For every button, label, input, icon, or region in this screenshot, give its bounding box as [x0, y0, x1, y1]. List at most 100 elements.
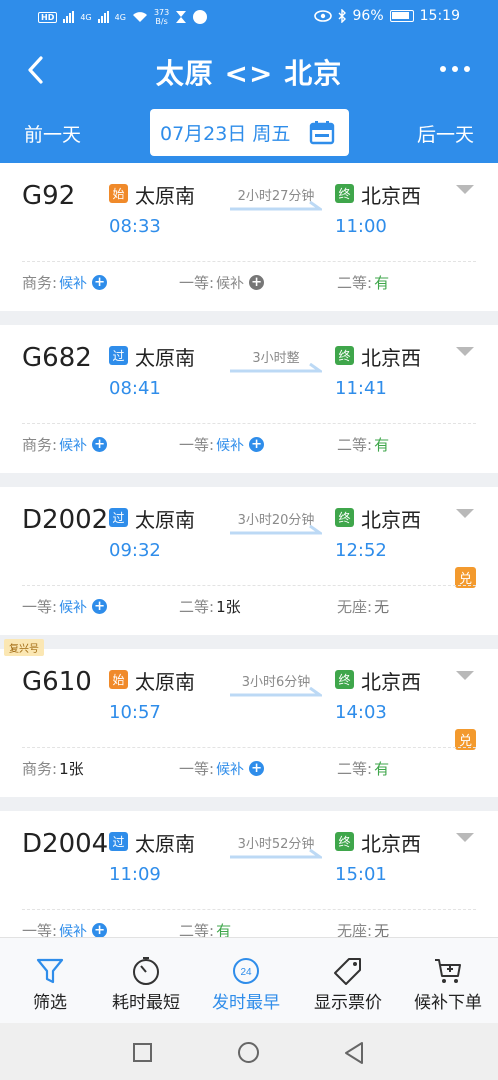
next-day-button[interactable]: 后一天: [417, 120, 474, 147]
fuxing-badge: 复兴号: [4, 639, 44, 656]
divider: [22, 423, 476, 424]
arrive-time: 11:41: [335, 378, 387, 399]
expand-caret-icon[interactable]: [456, 185, 474, 194]
earliest-depart-label: 发时最早: [212, 993, 280, 1013]
prev-day-button[interactable]: 前一天: [24, 120, 81, 147]
expand-caret-icon[interactable]: [456, 671, 474, 680]
seat-class[interactable]: 商务: 候补 +: [22, 434, 108, 455]
seat-class-label: 无座:: [337, 598, 373, 616]
seat-class: 商务: 1张: [22, 758, 84, 779]
status-right: 96% 15:19: [313, 8, 460, 24]
depart-station: 太原南: [135, 184, 195, 208]
home-icon[interactable]: [238, 1042, 259, 1063]
shortest-duration-button[interactable]: 耗时最短: [96, 956, 196, 1013]
divider: [22, 747, 476, 748]
arrive-station: 北京西: [361, 508, 421, 532]
signal-icon: [63, 11, 75, 23]
seat-class: 无座: 无: [337, 920, 389, 937]
seat-class-label: 一等:: [179, 436, 215, 454]
seat-class[interactable]: 一等: 候补 +: [179, 758, 265, 779]
stopwatch-icon: [133, 957, 159, 985]
status-bar: HD 4G 4G 373 B/s 96% 15:19: [0, 0, 498, 36]
waitlist-plus-icon[interactable]: +: [92, 923, 108, 937]
show-price-button[interactable]: 显示票价: [298, 956, 398, 1013]
depart-time: 10:57: [109, 702, 161, 723]
arrive-station: 北京西: [361, 184, 421, 208]
train-card[interactable]: 复兴号 G610 始太原南 10:57 3小时6分钟终北京西 14:03 兑商务: 1张 一等:…: [0, 639, 498, 797]
battery-percent: 96%: [352, 8, 384, 24]
expand-caret-icon[interactable]: [456, 509, 474, 518]
train-card[interactable]: G92 始太原南 08:33 2小时27分钟终北京西 11:00 商务: 候补 + 一等: 候补 +…: [0, 163, 498, 311]
seat-class-label: 二等:: [337, 436, 373, 454]
speed-value: 373: [153, 8, 170, 17]
seat-row: 商务: 候补 + 一等: 候补 + 二等: 有: [0, 272, 498, 296]
seat-class: 二等: 有: [337, 272, 389, 293]
system-back-icon[interactable]: [343, 1041, 365, 1065]
route-arrow-icon: [230, 525, 322, 535]
seat-class[interactable]: 一等: 候补 +: [179, 272, 265, 293]
battery-icon: [389, 10, 414, 22]
seat-class[interactable]: 商务: 候补 +: [22, 272, 108, 293]
waitlist-plus-icon[interactable]: +: [249, 437, 265, 452]
divider: [22, 909, 476, 910]
expand-caret-icon[interactable]: [456, 833, 474, 842]
date-bar: 前一天 07月23日 周五 后一天: [0, 109, 498, 157]
route-arrow-icon: [230, 687, 322, 697]
show-price-label: 显示票价: [314, 993, 382, 1013]
origin-tag: 始: [109, 184, 128, 203]
app-notification-icon: [193, 10, 208, 24]
depart-station: 太原南: [135, 670, 195, 694]
seat-class-label: 二等:: [179, 598, 215, 616]
seat-class-label: 商务:: [22, 760, 58, 778]
train-card[interactable]: D2002 过太原南 09:32 3小时20分钟终北京西 12:52 兑一等: 候补 + 二等:…: [0, 487, 498, 635]
route-arrow-icon: [230, 849, 322, 859]
more-icon[interactable]: [440, 66, 470, 74]
seat-availability: 有: [374, 760, 390, 778]
origin-tag: 始: [109, 670, 128, 689]
divider: [22, 261, 476, 262]
net-type-1: 4G: [80, 12, 92, 22]
waitlist-plus-icon[interactable]: +: [92, 437, 108, 452]
waitlist-plus-icon[interactable]: +: [92, 599, 108, 614]
seat-availability: 候补: [59, 275, 88, 292]
seat-class: 二等: 有: [337, 758, 389, 779]
arrive-time: 11:00: [335, 216, 387, 237]
divider: [22, 585, 476, 586]
waitlist-plus-icon[interactable]: +: [92, 275, 108, 290]
arrive-station: 北京西: [361, 670, 421, 694]
status-left: HD 4G 4G 373 B/s: [38, 8, 208, 26]
clock-time: 15:19: [419, 8, 460, 24]
seat-class: 无座: 无: [337, 596, 389, 617]
terminal-tag: 终: [335, 184, 354, 203]
depart-station: 太原南: [135, 346, 195, 370]
seat-class-label: 无座:: [337, 922, 373, 937]
depart-station: 太原南: [135, 508, 195, 532]
seat-class-label: 一等:: [179, 760, 215, 778]
train-card[interactable]: G682 过太原南 08:41 3小时整终北京西 11:41 商务: 候补 + 一等: 候补 + 二等…: [0, 325, 498, 473]
seat-class[interactable]: 一等: 候补 +: [22, 596, 108, 617]
hd-badge: HD: [38, 11, 58, 23]
depart-station: 太原南: [135, 832, 195, 856]
train-number: D2004: [22, 829, 109, 859]
seat-class[interactable]: 一等: 候补 +: [179, 434, 265, 455]
seat-class[interactable]: 一等: 候补 +: [22, 920, 108, 937]
waitlist-plus-icon[interactable]: +: [249, 761, 265, 776]
date-picker[interactable]: 07月23日 周五: [150, 109, 349, 156]
calendar-icon: [309, 121, 335, 145]
train-card[interactable]: D2004 过太原南 11:09 3小时52分钟终北京西 15:01 一等: 候补 + 二等: 有…: [0, 811, 498, 937]
train-number: G682: [22, 343, 92, 373]
cart-icon: [435, 959, 461, 983]
waitlist-order-button[interactable]: 候补下单: [398, 956, 498, 1013]
filter-button[interactable]: 筛选: [0, 956, 100, 1013]
seat-availability: 候补: [59, 599, 88, 616]
recent-apps-icon[interactable]: [133, 1043, 152, 1062]
terminal-tag: 终: [335, 832, 354, 851]
seat-availability: 1张: [216, 598, 241, 616]
seat-class-label: 二等:: [337, 274, 373, 292]
seat-row: 一等: 候补 + 二等: 有 无座: 无: [0, 920, 498, 937]
terminal-tag: 终: [335, 346, 354, 365]
expand-caret-icon[interactable]: [456, 347, 474, 356]
waitlist-plus-icon[interactable]: +: [249, 275, 265, 290]
earliest-depart-button[interactable]: 24 发时最早: [196, 956, 296, 1013]
bottom-toolbar: 筛选 耗时最短 24 发时最早 显示票价 候补下单: [0, 937, 498, 1023]
